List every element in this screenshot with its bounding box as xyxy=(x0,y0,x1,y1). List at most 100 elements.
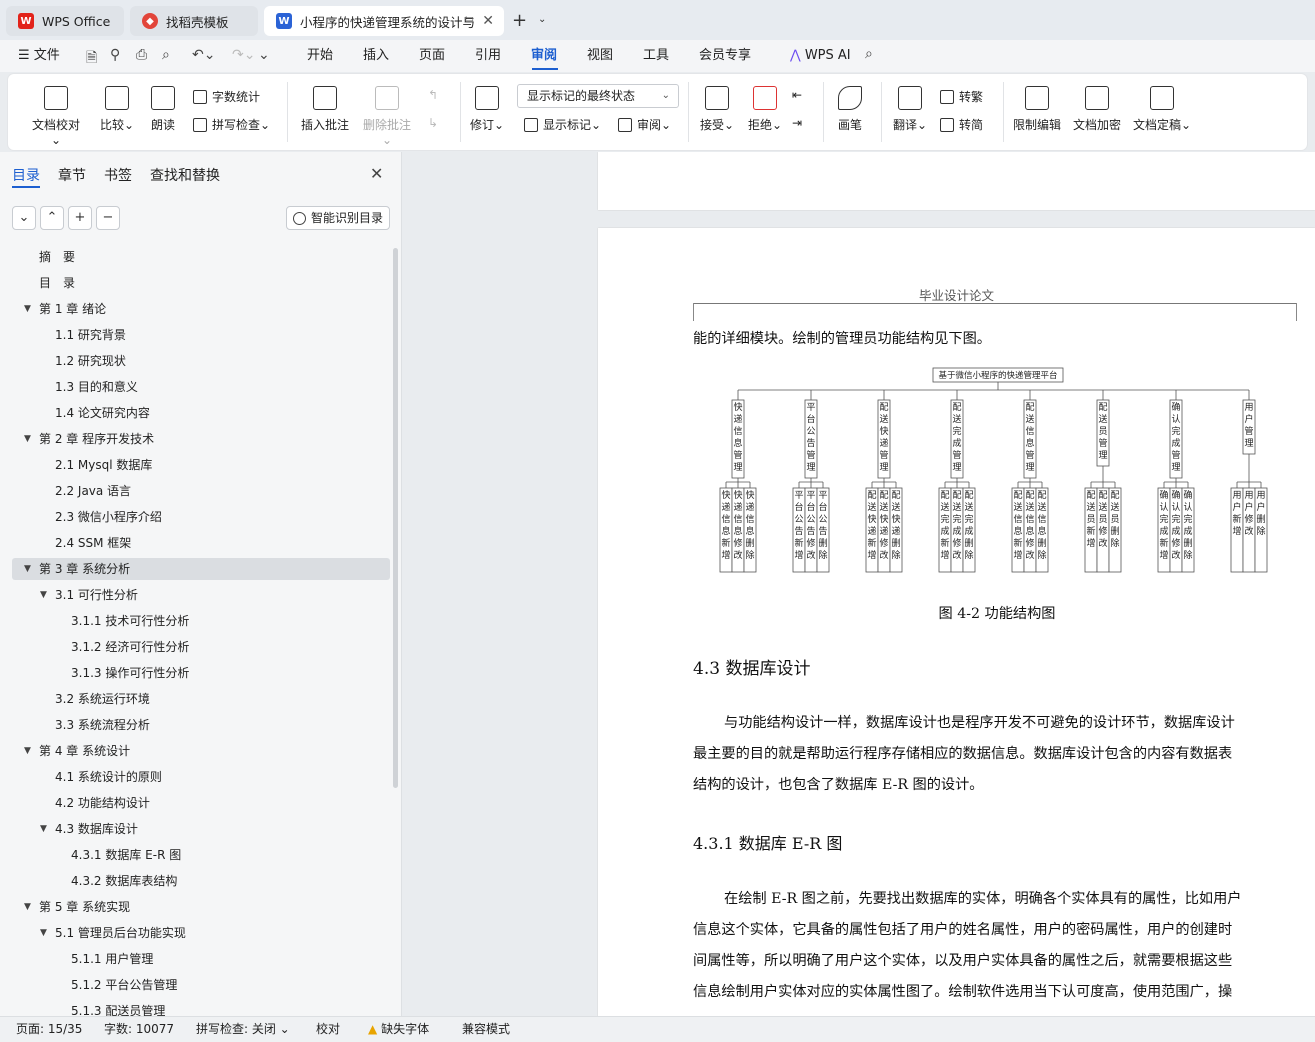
toc-item[interactable]: ▼ 第 1 章 绪论 xyxy=(24,296,106,322)
proofread-status[interactable]: 校对 xyxy=(316,1017,340,1041)
toc-item[interactable]: 5.1.1 用户管理 xyxy=(71,946,153,972)
toc-item[interactable]: ▼ 第 4 章 系统设计 xyxy=(24,738,130,764)
word-count-indicator[interactable]: 字数: 10077 xyxy=(104,1017,174,1041)
menu-member[interactable]: 会员专享 xyxy=(699,40,751,72)
expand-toggle-icon[interactable]: ▼ xyxy=(24,894,31,920)
prev-change-icon[interactable]: ⇤ xyxy=(792,88,802,102)
float-window-icon[interactable]: ▭ xyxy=(464,12,474,25)
toc-item[interactable]: ▼ 第 3 章 系统分析 xyxy=(24,556,130,582)
wps-ai-button[interactable]: ⋀ WPS AI xyxy=(790,40,851,72)
tab-wps-office[interactable]: W WPS Office xyxy=(6,6,124,36)
close-tab-icon[interactable]: ✕ xyxy=(482,13,494,29)
expand-all-button[interactable]: ⌄ xyxy=(12,206,36,230)
toc-item[interactable]: 2.3 微信小程序介绍 xyxy=(55,504,162,530)
toc-item[interactable]: 2.1 Mysql 数据库 xyxy=(55,452,152,478)
toc-item[interactable]: 5.1.3 配送员管理 xyxy=(71,998,165,1016)
menu-insert[interactable]: 插入 xyxy=(363,40,389,72)
share-icon[interactable]: ⚲ xyxy=(110,47,120,63)
print-preview-icon[interactable]: ⌕ xyxy=(162,47,170,63)
expand-toggle-icon[interactable]: ▼ xyxy=(40,920,47,946)
toc-item[interactable]: 4.3.2 数据库表结构 xyxy=(71,868,177,894)
toc-item[interactable]: ▼ 5.1 管理员后台功能实现 xyxy=(40,920,186,946)
expand-toggle-icon[interactable]: ▼ xyxy=(24,738,31,764)
new-tab-icon[interactable]: + xyxy=(512,10,527,31)
toc-item[interactable]: ▼ 4.3 数据库设计 xyxy=(40,816,138,842)
tab-chapters[interactable]: 章节 xyxy=(58,165,86,185)
show-markup-button[interactable]: 显示标记 ⌄ xyxy=(524,116,601,133)
print-icon[interactable]: ⎙ xyxy=(136,47,147,63)
toc-item[interactable]: 3.1.3 操作可行性分析 xyxy=(71,660,189,686)
translate-button[interactable]: 翻译⌄ xyxy=(890,86,930,133)
missing-font-status[interactable]: ▲ 缺失字体 xyxy=(368,1017,429,1041)
document-area[interactable]: 毕业设计论文 能的详细模块。绘制的管理员功能结构见下图。 基于微信小程序的快递管… xyxy=(403,152,1315,1016)
to-traditional-button[interactable]: 转繁 xyxy=(940,88,983,105)
revise-button[interactable]: 修订⌄ xyxy=(468,86,506,133)
encrypt-button[interactable]: 文档加密 xyxy=(1071,86,1123,133)
tab-bookmarks[interactable]: 书签 xyxy=(104,165,132,185)
expand-toggle-icon[interactable]: ▼ xyxy=(24,296,31,322)
save-icon[interactable]: 🗎 xyxy=(86,47,97,71)
collapse-all-button[interactable]: ⌃ xyxy=(40,206,64,230)
toc-item[interactable]: 4.3.1 数据库 E-R 图 xyxy=(71,842,181,868)
to-simplified-button[interactable]: 转简 xyxy=(940,116,983,133)
compare-button[interactable]: 比较⌄ xyxy=(96,86,138,133)
spell-check-status[interactable]: 拼写检查: 关闭 ⌄ xyxy=(196,1017,290,1041)
toc-item[interactable]: 3.3 系统流程分析 xyxy=(55,712,150,738)
expand-toggle-icon[interactable]: ▼ xyxy=(24,426,31,452)
toc-item[interactable]: 1.3 目的和意义 xyxy=(55,374,138,400)
tab-toc[interactable]: 目录 xyxy=(12,165,40,185)
spell-check-button[interactable]: 拼写检查 ⌄ xyxy=(193,116,270,133)
search-icon[interactable]: ⌕ xyxy=(865,46,873,62)
toc-item[interactable]: 3.1.2 经济可行性分析 xyxy=(71,634,189,660)
toc-item[interactable]: 1.1 研究背景 xyxy=(55,322,126,348)
menu-start[interactable]: 开始 xyxy=(307,40,333,72)
toc-item[interactable]: 1.4 论文研究内容 xyxy=(55,400,150,426)
read-aloud-button[interactable]: 朗读 xyxy=(146,86,180,133)
toc-item[interactable]: 4.1 系统设计的原则 xyxy=(55,764,162,790)
next-comment-icon[interactable]: ↳ xyxy=(428,116,438,130)
smart-toc-button[interactable]: 智能识别目录 xyxy=(286,206,390,230)
page-indicator[interactable]: 页面: 15/35 xyxy=(16,1017,82,1041)
remove-heading-button[interactable]: − xyxy=(96,206,120,230)
toc-item[interactable]: ▼ 3.1 可行性分析 xyxy=(40,582,138,608)
expand-toggle-icon[interactable]: ▼ xyxy=(24,556,31,582)
insert-comment-button[interactable]: 插入批注 xyxy=(298,86,352,133)
more-icon[interactable]: ⌄ xyxy=(258,47,270,63)
review-pane-button[interactable]: 审阅 ⌄ xyxy=(618,116,671,133)
undo-icon[interactable]: ↶⌄ xyxy=(192,47,215,63)
toc-item[interactable]: 1.2 研究现状 xyxy=(55,348,126,374)
toc-item[interactable]: 2.4 SSM 框架 xyxy=(55,530,131,556)
toc-item[interactable]: 摘 要 xyxy=(39,244,75,270)
menu-references[interactable]: 引用 xyxy=(475,40,501,72)
toc-item[interactable]: 5.1.2 平台公告管理 xyxy=(71,972,177,998)
menu-view[interactable]: 视图 xyxy=(587,40,613,72)
markup-state-select[interactable]: 显示标记的最终状态 ⌄ xyxy=(517,84,679,108)
reject-button[interactable]: 拒绝⌄ xyxy=(744,86,786,133)
accept-button[interactable]: 接受⌄ xyxy=(696,86,738,133)
restrict-edit-button[interactable]: 限制编辑 xyxy=(1011,86,1063,133)
toc-item[interactable]: ▼ 第 5 章 系统实现 xyxy=(24,894,130,920)
delete-comment-button[interactable]: 删除批注⌄ xyxy=(358,86,416,147)
menu-tools[interactable]: 工具 xyxy=(643,40,669,72)
tab-document[interactable]: W 小程序的快递管理系统的设计与 ▭ ✕ xyxy=(264,6,504,36)
redo-icon[interactable]: ↷⌄ xyxy=(232,47,255,63)
chevron-down-icon[interactable]: ⌄ xyxy=(538,14,546,25)
file-menu[interactable]: ☰ 文件 xyxy=(18,40,60,72)
prev-comment-icon[interactable]: ↰ xyxy=(428,88,438,102)
expand-toggle-icon[interactable]: ▼ xyxy=(40,582,47,608)
finalize-button[interactable]: 文档定稿⌄ xyxy=(1131,86,1193,133)
toc-item[interactable]: ▼ 第 2 章 程序开发技术 xyxy=(24,426,154,452)
next-change-icon[interactable]: ⇥ xyxy=(792,116,802,130)
close-icon[interactable]: ✕ xyxy=(370,164,383,183)
expand-toggle-icon[interactable]: ▼ xyxy=(40,816,47,842)
toc-item[interactable]: 2.2 Java 语言 xyxy=(55,478,131,504)
toc-item[interactable]: 目 录 xyxy=(39,270,75,296)
tab-find-replace[interactable]: 查找和替换 xyxy=(150,165,220,185)
word-count-button[interactable]: 字数统计 xyxy=(193,88,260,105)
tab-docer-templates[interactable]: ◆ 找稻壳模板 xyxy=(130,6,258,36)
pen-button[interactable]: 画笔 xyxy=(832,86,868,133)
doc-check-button[interactable]: 文档校对⌄ xyxy=(28,86,84,147)
add-heading-button[interactable]: + xyxy=(68,206,92,230)
menu-page[interactable]: 页面 xyxy=(419,40,445,72)
toc-item[interactable]: 4.2 功能结构设计 xyxy=(55,790,150,816)
